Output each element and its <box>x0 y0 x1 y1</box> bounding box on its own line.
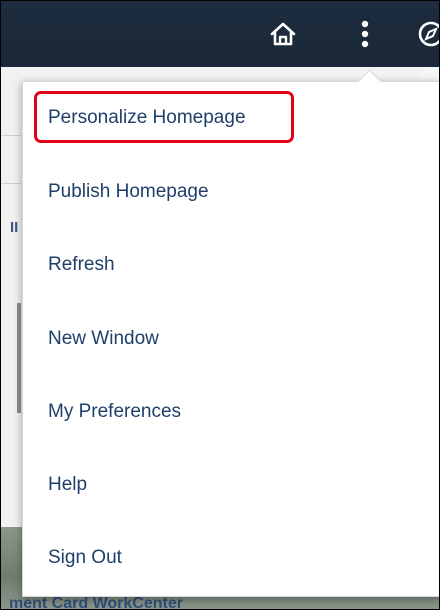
app-frame: II ment Card WorkCenter Personalize Home… <box>0 0 440 610</box>
home-icon <box>270 22 296 46</box>
top-banner <box>1 1 439 67</box>
divider <box>1 135 21 136</box>
menu-item-publish-homepage[interactable]: Publish Homepage <box>23 162 439 222</box>
menu-item-label: Personalize Homepage <box>48 107 246 128</box>
compass-icon <box>418 21 439 47</box>
navbar-button[interactable] <box>413 16 439 52</box>
background-tile-letter: II <box>10 219 19 236</box>
actions-menu-button[interactable] <box>347 16 383 52</box>
background-tile-edge <box>17 303 21 413</box>
menu-item-help[interactable]: Help <box>23 455 439 515</box>
menu-item-sign-out[interactable]: Sign Out <box>23 528 439 588</box>
menu-item-label: Publish Homepage <box>48 181 209 202</box>
menu-item-refresh[interactable]: Refresh <box>23 235 439 295</box>
tile-title[interactable]: ment Card WorkCenter <box>9 595 183 609</box>
menu-item-new-window[interactable]: New Window <box>23 309 439 369</box>
actions-dropdown-menu: Personalize Homepage Publish Homepage Re… <box>22 69 439 597</box>
menu-item-my-preferences[interactable]: My Preferences <box>23 382 439 442</box>
menu-item-personalize-homepage[interactable]: Personalize Homepage <box>23 88 439 148</box>
menu-item-label: Help <box>48 474 88 495</box>
menu-item-label: Refresh <box>48 254 115 275</box>
menu-item-label: My Preferences <box>48 401 182 422</box>
more-vertical-icon <box>361 20 369 48</box>
menu-item-label: New Window <box>48 328 159 349</box>
divider <box>1 183 21 184</box>
menu-item-label: Sign Out <box>48 547 122 568</box>
home-button[interactable] <box>265 16 301 52</box>
